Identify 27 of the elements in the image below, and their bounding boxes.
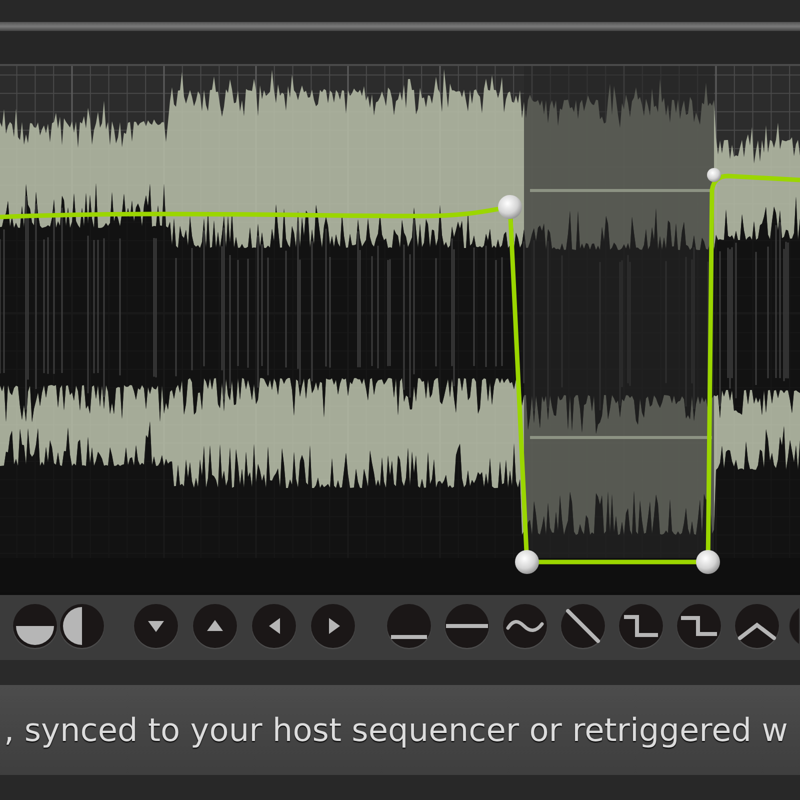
sine-wave-icon (506, 618, 544, 632)
step-down-button[interactable] (619, 604, 663, 648)
envelope-handle[interactable] (707, 168, 721, 182)
up-triangle-button[interactable] (193, 604, 237, 648)
envelope-handle[interactable] (515, 550, 539, 574)
right-triangle-icon (329, 618, 340, 634)
up-triangle-icon (207, 620, 223, 631)
middle-line-button[interactable] (445, 604, 489, 648)
left-triangle-button[interactable] (252, 604, 296, 648)
left-half-disc-button[interactable] (60, 604, 104, 648)
diagonal-line-icon (566, 608, 600, 642)
left-triangle-icon (268, 618, 280, 634)
lower-half-disc-button[interactable] (13, 604, 57, 648)
sine-wave-button[interactable] (503, 604, 547, 648)
low-line-button[interactable] (387, 604, 431, 648)
step-down-icon (681, 616, 717, 636)
down-triangle-icon (148, 621, 164, 632)
down-triangle-button[interactable] (134, 604, 178, 648)
description-text: , synced to your host sequencer or retriggered w (3, 710, 788, 751)
peak-icon (738, 622, 776, 640)
step-down-icon (624, 614, 658, 636)
envelope-handle[interactable] (696, 550, 720, 574)
peak-button[interactable] (735, 604, 779, 648)
step-down-button[interactable] (677, 604, 721, 648)
envelope-handle[interactable] (498, 195, 522, 219)
diagonal-line-button[interactable] (561, 604, 605, 648)
right-triangle-button[interactable] (311, 604, 355, 648)
